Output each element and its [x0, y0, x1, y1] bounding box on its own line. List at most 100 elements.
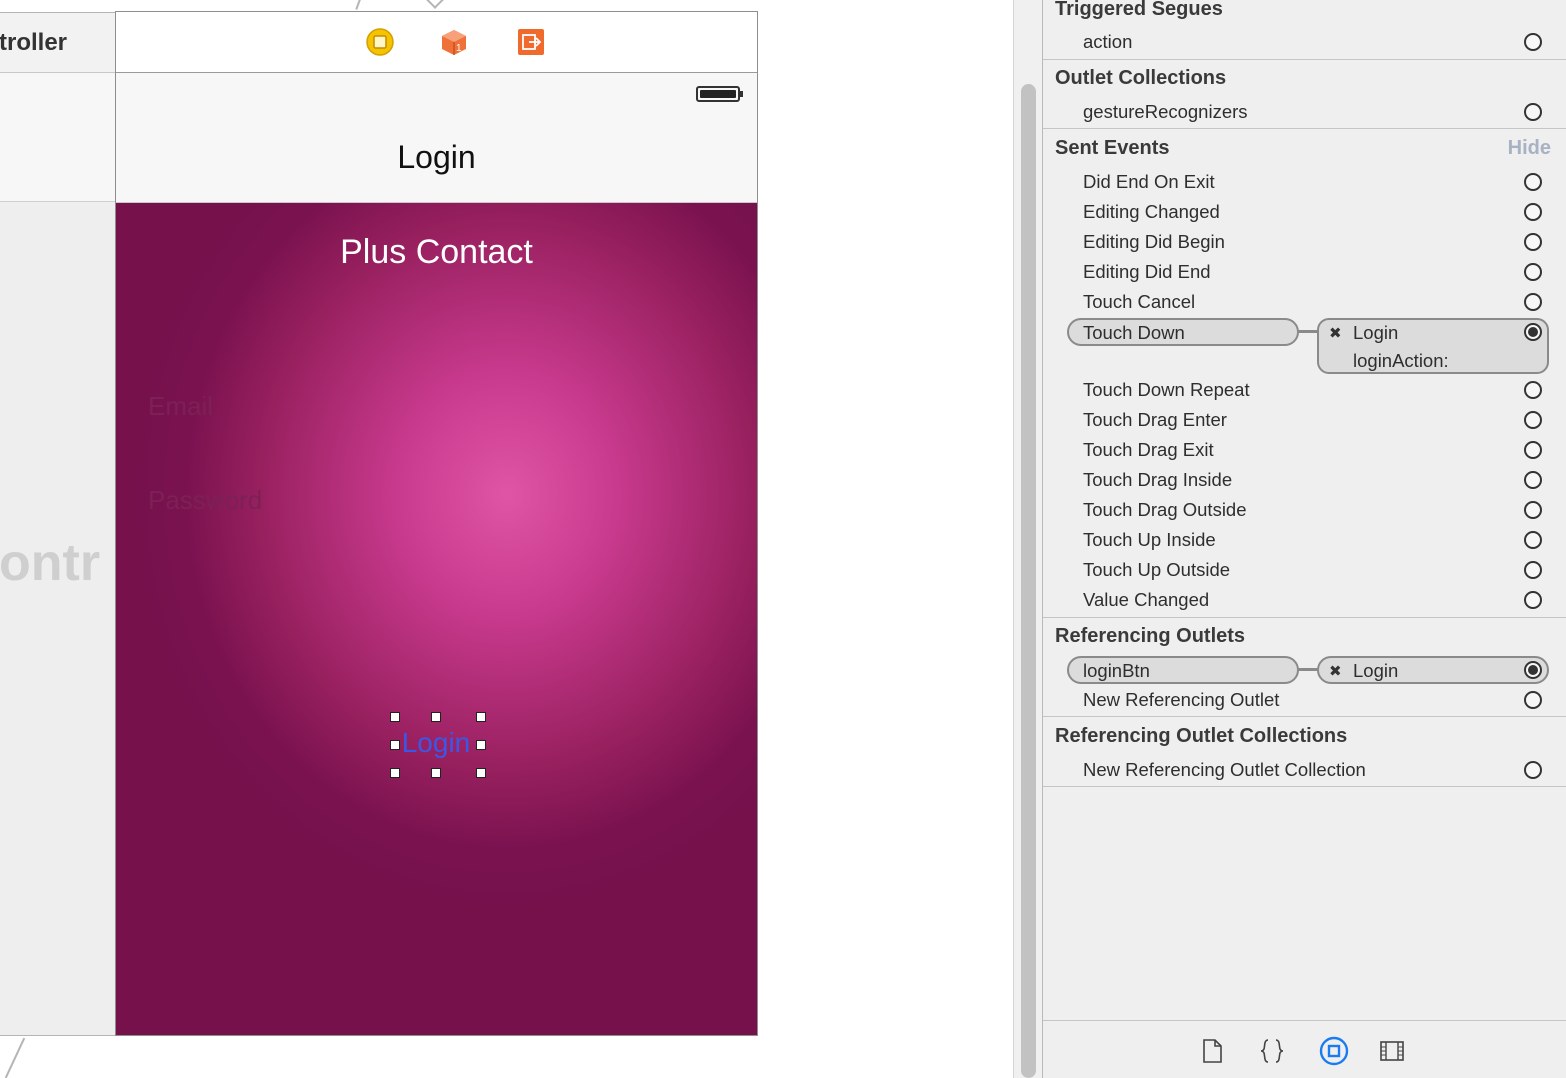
connection-circle[interactable] [1524, 381, 1542, 399]
previous-scene-title: troller [0, 29, 68, 56]
resize-handle[interactable] [476, 712, 486, 722]
connection-circle[interactable] [1524, 501, 1542, 519]
resize-handle[interactable] [476, 740, 486, 750]
segue-line [4, 1037, 26, 1078]
divider [1043, 128, 1566, 129]
connection-circle[interactable] [1524, 661, 1542, 679]
resize-handle[interactable] [390, 740, 400, 750]
outlet-label: loginBtn [1083, 660, 1150, 681]
event-label: Touch Drag Outside [1083, 499, 1247, 520]
library-tab-bar [1043, 1020, 1566, 1078]
connection-circle[interactable] [1524, 33, 1542, 51]
target-object-label: Login [1353, 660, 1399, 681]
divider [1043, 716, 1566, 717]
connection-circle[interactable] [1524, 233, 1542, 251]
event-label: Touch Drag Enter [1083, 409, 1227, 430]
divider [1043, 617, 1566, 618]
outlet-collection-label: New Referencing Outlet Collection [1083, 759, 1366, 780]
resize-handle[interactable] [390, 768, 400, 778]
login-button[interactable]: Login [390, 712, 486, 778]
media-library-icon[interactable] [1379, 1038, 1405, 1064]
first-responder-icon[interactable]: 1 [440, 28, 468, 56]
connection-circle[interactable] [1524, 561, 1542, 579]
outlet-collection-label: gestureRecognizers [1083, 101, 1248, 122]
connection-circle[interactable] [1524, 323, 1542, 341]
outlet-label: New Referencing Outlet [1083, 689, 1280, 710]
quick-help-icon[interactable] [1259, 1038, 1285, 1064]
event-label: Touch Drag Inside [1083, 469, 1233, 490]
scene-content-view[interactable]: Plus Contact Email Password Login [116, 203, 757, 1035]
svg-text:1: 1 [456, 43, 462, 54]
connection-target-loginbtn[interactable]: ✖ Login [1317, 656, 1549, 684]
previous-scene-watermark: ontr [0, 534, 101, 592]
section-header-sent-events: Sent Events [1055, 137, 1170, 159]
event-label: Touch Down Repeat [1083, 379, 1250, 400]
event-label: Editing Did End [1083, 261, 1211, 282]
password-field[interactable]: Password [148, 485, 262, 516]
connections-inspector: Triggered Segues action Outlet Collectio… [1042, 0, 1566, 1078]
segue-line [355, 0, 363, 10]
event-label: Touch Cancel [1083, 291, 1196, 312]
connection-circle[interactable] [1524, 471, 1542, 489]
connection-line [1298, 668, 1318, 671]
segue-action-label: action [1083, 31, 1133, 52]
section-header-outlet-collections: Outlet Collections [1055, 67, 1227, 89]
connection-circle[interactable] [1524, 203, 1542, 221]
connection-circle[interactable] [1524, 293, 1542, 311]
divider [1043, 59, 1566, 60]
resize-handle[interactable] [431, 768, 441, 778]
resize-handle[interactable] [476, 768, 486, 778]
connection-circle[interactable] [1524, 591, 1542, 609]
connection-circle[interactable] [1524, 761, 1542, 779]
connection-line [1298, 330, 1318, 333]
section-header-referencing-outlet-collections: Referencing Outlet Collections [1055, 725, 1348, 747]
previous-scene-nav-bar [0, 73, 115, 202]
outlet-pill-loginbtn[interactable]: loginBtn [1067, 656, 1299, 684]
battery-icon [696, 86, 743, 102]
scrollbar-thumb[interactable] [1021, 84, 1036, 1078]
event-label: Touch Drag Exit [1083, 439, 1214, 460]
event-label: Did End On Exit [1083, 171, 1215, 192]
resize-handle[interactable] [431, 712, 441, 722]
event-label: Editing Did Begin [1083, 231, 1225, 252]
navigation-bar: Login [116, 73, 757, 203]
file-inspector-icon[interactable] [1199, 1038, 1225, 1064]
previous-scene[interactable]: troller ontr [0, 12, 116, 1036]
connection-circle[interactable] [1524, 441, 1542, 459]
storyboard-canvas[interactable]: troller ontr 1 Login Plus Contact Email … [0, 0, 1010, 1078]
connection-circle[interactable] [1524, 411, 1542, 429]
email-field[interactable]: Email [148, 391, 213, 422]
event-pill-touch-down[interactable]: Touch Down [1067, 318, 1299, 346]
canvas-scrollbar[interactable] [1013, 0, 1043, 1078]
section-header-referencing-outlets: Referencing Outlets [1055, 625, 1246, 647]
connection-circle[interactable] [1524, 173, 1542, 191]
event-label: Touch Up Inside [1083, 529, 1216, 550]
previous-scene-dock: troller [0, 13, 115, 73]
login-scene[interactable]: 1 Login Plus Contact Email Password Logi… [115, 11, 758, 1036]
connection-circle[interactable] [1524, 531, 1542, 549]
app-title-label: Plus Contact [340, 233, 533, 271]
login-button-label: Login [401, 727, 471, 758]
event-label: Editing Changed [1083, 201, 1220, 222]
target-object-label: Login [1353, 322, 1399, 343]
section-header-triggered-segues: Triggered Segues [1055, 0, 1223, 20]
event-label: Value Changed [1083, 589, 1210, 610]
connections-inspector-icon[interactable] [1319, 1036, 1349, 1066]
event-label: Touch Up Outside [1083, 559, 1231, 580]
resize-handle[interactable] [390, 712, 400, 722]
connection-target-touch-down[interactable]: ✖ Login loginAction: [1317, 318, 1549, 374]
divider [1043, 786, 1566, 787]
segue-arrow-icon [425, 0, 445, 9]
target-action-label: loginAction: [1353, 350, 1449, 371]
event-label: Touch Down [1083, 322, 1185, 343]
connection-circle[interactable] [1524, 691, 1542, 709]
view-controller-icon[interactable] [366, 28, 394, 56]
disconnect-icon[interactable]: ✖ [1329, 324, 1342, 342]
scene-dock: 1 [116, 12, 757, 73]
exit-icon[interactable] [517, 28, 545, 56]
hide-sent-events-link[interactable]: Hide [1508, 137, 1551, 160]
connection-circle[interactable] [1524, 103, 1542, 121]
connection-circle[interactable] [1524, 263, 1542, 281]
disconnect-icon[interactable]: ✖ [1329, 662, 1342, 680]
nav-title: Login [397, 139, 476, 175]
